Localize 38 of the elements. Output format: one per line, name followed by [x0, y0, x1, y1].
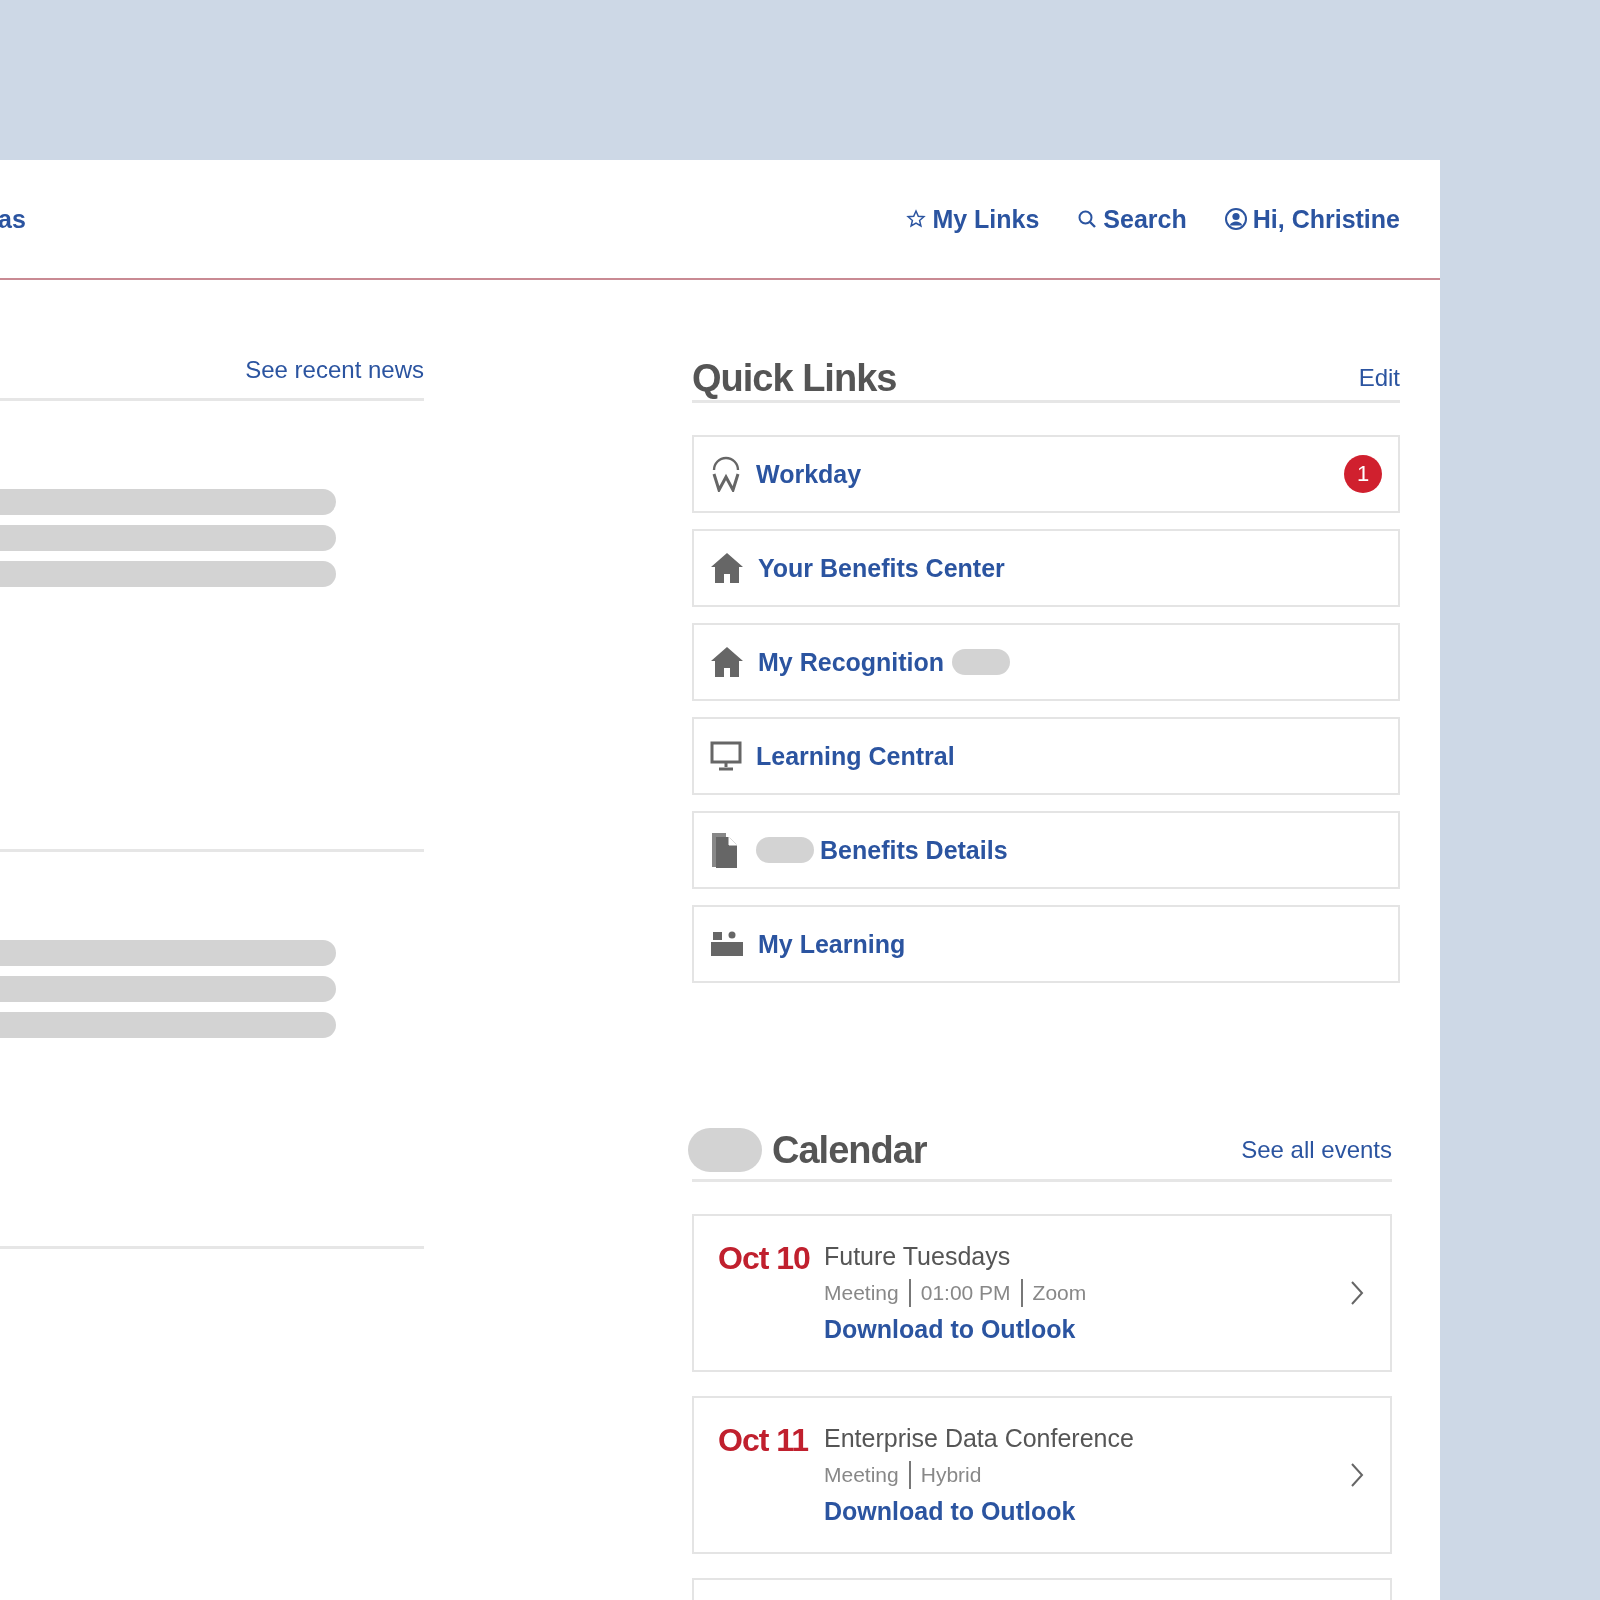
nav-link[interactable]: Search: [1077, 204, 1187, 234]
event-title: Enterprise Data Conference: [824, 1424, 1135, 1453]
event-meta: Meeting: [824, 1463, 899, 1487]
home-icon: [710, 552, 744, 584]
desk-icon: [710, 930, 744, 958]
quick-link-item[interactable]: Workday 1: [692, 435, 1400, 513]
edit-link[interactable]: Edit: [1358, 364, 1400, 392]
quick-link-item[interactable]: My Learning: [692, 905, 1400, 983]
event-card[interactable]: Oct 10 Future Tuesdays Meeting 01:00 PM Zoom Download to Outlook: [692, 1214, 1392, 1372]
user-icon: [1224, 208, 1247, 230]
chevron-right-icon: [1350, 1462, 1364, 1488]
section-title: Quick Links: [692, 356, 897, 400]
quick-link-item[interactable]: Learning Central: [692, 717, 1400, 795]
nav-link[interactable]: My Links: [906, 204, 1040, 234]
notification-badge: 1: [1344, 455, 1382, 493]
event-meta: Hybrid: [920, 1463, 982, 1487]
search-icon: [1077, 209, 1098, 229]
w-logo-icon: [710, 456, 742, 492]
section-title: Calendar: [772, 1128, 927, 1172]
event-title: Future Tuesdays: [824, 1242, 1012, 1271]
event-date: Oct 11: [718, 1422, 810, 1459]
chevron-right-icon: [1350, 1280, 1364, 1306]
see-all-events-link[interactable]: See all events: [1241, 1136, 1392, 1164]
monitor-icon: [710, 741, 742, 771]
quick-link-item[interactable]: Your Benefits Center: [692, 529, 1400, 607]
event-card[interactable]: Oct 11 Enterprise Data Conference Meeting Hybrid Download to Outlook: [692, 1396, 1392, 1554]
download-link[interactable]: Download to Outlook: [824, 1315, 1350, 1344]
quick-link-item[interactable]: Benefits Details: [692, 811, 1400, 889]
see-recent-news-link[interactable]: See recent news: [245, 356, 424, 396]
star-icon: [906, 209, 927, 229]
event-meta: Meeting: [824, 1281, 899, 1305]
event-meta: 01:00 PM: [920, 1281, 1011, 1305]
quick-link-item[interactable]: My Recognition: [692, 623, 1400, 701]
nav-link[interactable]: Hi, Christine: [1224, 204, 1400, 234]
home-icon: [710, 646, 744, 678]
event-meta: Zoom: [1032, 1281, 1087, 1305]
event-date: Oct 10: [718, 1240, 811, 1277]
download-link[interactable]: Download to Outlook: [824, 1497, 1350, 1526]
